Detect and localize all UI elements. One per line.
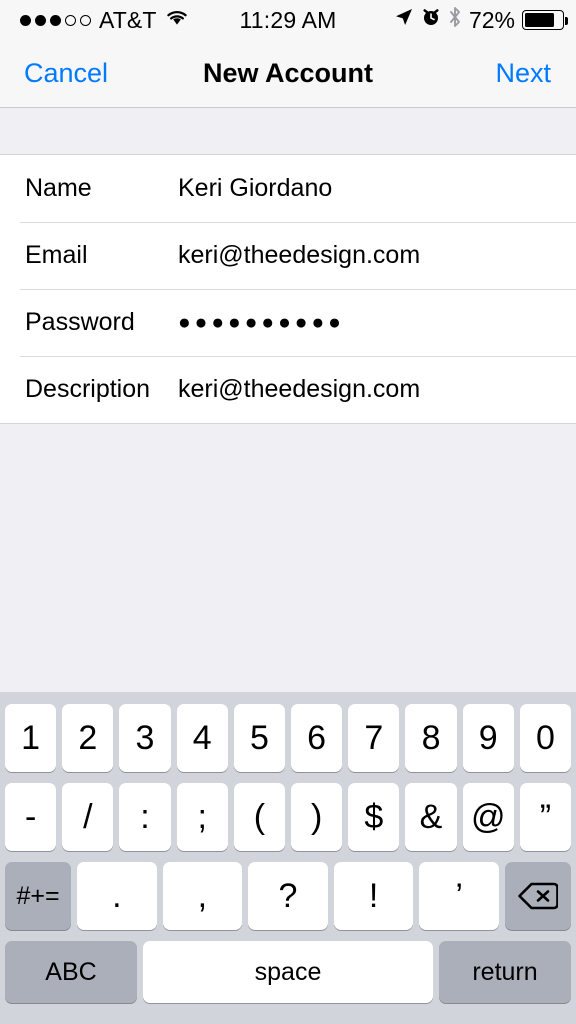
space-key[interactable]: space	[143, 941, 433, 1003]
key-at-sign[interactable]: @	[462, 783, 514, 851]
key-comma[interactable]: ,	[162, 862, 243, 930]
iphone-screen: AT&T 11:29 AM 72% Cancel New Account Nex…	[0, 0, 576, 1024]
key-8[interactable]: 8	[405, 704, 457, 772]
battery-nub	[565, 17, 569, 25]
keyboard-row-punctuation: #+= . , ? ! ’	[0, 862, 576, 930]
key-double-quote[interactable]: ”	[519, 783, 572, 851]
navigation-bar: Cancel New Account Next	[0, 40, 576, 108]
signal-dot-4	[65, 14, 76, 26]
signal-dot-1	[20, 14, 31, 26]
keyboard-row-bottom: ABC space return	[0, 941, 576, 1003]
key-6[interactable]: 6	[291, 704, 343, 772]
key-period[interactable]: .	[77, 862, 157, 930]
key-colon[interactable]: :	[119, 783, 171, 851]
abc-key[interactable]: ABC	[5, 941, 137, 1003]
numeric-symbol-keyboard: 1 2 3 4 5 6 7 8 9 0 - / : ; ( ) $ & @ ” …	[0, 692, 576, 1024]
password-label: Password	[25, 308, 135, 336]
status-bar-center: 11:29 AM	[239, 7, 336, 34]
bluetooth-icon	[448, 6, 462, 34]
key-9[interactable]: 9	[462, 704, 514, 772]
name-input[interactable]: Keri Giordano	[178, 174, 332, 203]
alarm-clock-icon	[421, 7, 441, 33]
return-key[interactable]: return	[439, 941, 571, 1003]
key-3[interactable]: 3	[119, 704, 171, 772]
form-row-password[interactable]: Password ●●●●●●●●●●	[0, 289, 576, 356]
key-dollar[interactable]: $	[348, 783, 400, 851]
key-ampersand[interactable]: &	[405, 783, 457, 851]
key-close-paren[interactable]: )	[291, 783, 343, 851]
clock-label: 11:29 AM	[239, 6, 337, 33]
form-row-name[interactable]: Name Keri Giordano	[0, 155, 576, 222]
key-0[interactable]: 0	[519, 704, 572, 772]
password-input[interactable]: ●●●●●●●●●●	[178, 312, 345, 333]
backspace-key[interactable]	[504, 862, 571, 930]
keyboard-row-numbers: 1 2 3 4 5 6 7 8 9 0	[0, 704, 576, 772]
battery-percent-label: 72%	[468, 6, 516, 33]
name-label: Name	[25, 174, 92, 202]
signal-dot-2	[35, 14, 46, 26]
backspace-icon	[518, 881, 558, 911]
status-bar-right: 72%	[337, 6, 569, 34]
cellular-signal-icon	[20, 14, 91, 26]
cancel-button[interactable]: Cancel	[24, 58, 108, 89]
location-arrow-icon	[394, 7, 414, 33]
carrier-label: AT&T	[99, 6, 157, 33]
key-open-paren[interactable]: (	[233, 783, 286, 851]
key-apostrophe[interactable]: ’	[419, 862, 499, 930]
signal-dot-5	[80, 14, 91, 26]
wifi-icon	[164, 7, 190, 33]
description-label: Description	[25, 375, 151, 403]
battery-fill	[525, 13, 554, 27]
status-bar: AT&T 11:29 AM 72%	[0, 0, 576, 40]
next-button[interactable]: Next	[495, 58, 551, 89]
key-1[interactable]: 1	[5, 704, 57, 772]
account-form-table: Name Keri Giordano Email keri@theedesign…	[0, 155, 576, 424]
key-question-mark[interactable]: ?	[248, 862, 328, 930]
symbols-toggle-key[interactable]: #+=	[5, 862, 71, 930]
key-hyphen[interactable]: -	[5, 783, 57, 851]
key-slash[interactable]: /	[62, 783, 114, 851]
key-semicolon[interactable]: ;	[176, 783, 228, 851]
description-input[interactable]: keri@theedesign.com	[178, 375, 420, 404]
email-label: Email	[25, 241, 88, 269]
key-5[interactable]: 5	[233, 704, 286, 772]
battery-icon	[522, 10, 569, 30]
signal-dot-3	[50, 14, 61, 26]
key-exclamation-mark[interactable]: !	[333, 862, 414, 930]
key-7[interactable]: 7	[348, 704, 400, 772]
key-2[interactable]: 2	[62, 704, 114, 772]
keyboard-row-symbols: - / : ; ( ) $ & @ ”	[0, 783, 576, 851]
key-4[interactable]: 4	[176, 704, 228, 772]
form-top-spacer	[0, 109, 576, 155]
status-bar-left: AT&T	[12, 7, 239, 34]
form-row-email[interactable]: Email keri@theedesign.com	[0, 222, 576, 289]
email-input[interactable]: keri@theedesign.com	[178, 241, 420, 270]
form-row-description[interactable]: Description keri@theedesign.com	[0, 356, 576, 423]
